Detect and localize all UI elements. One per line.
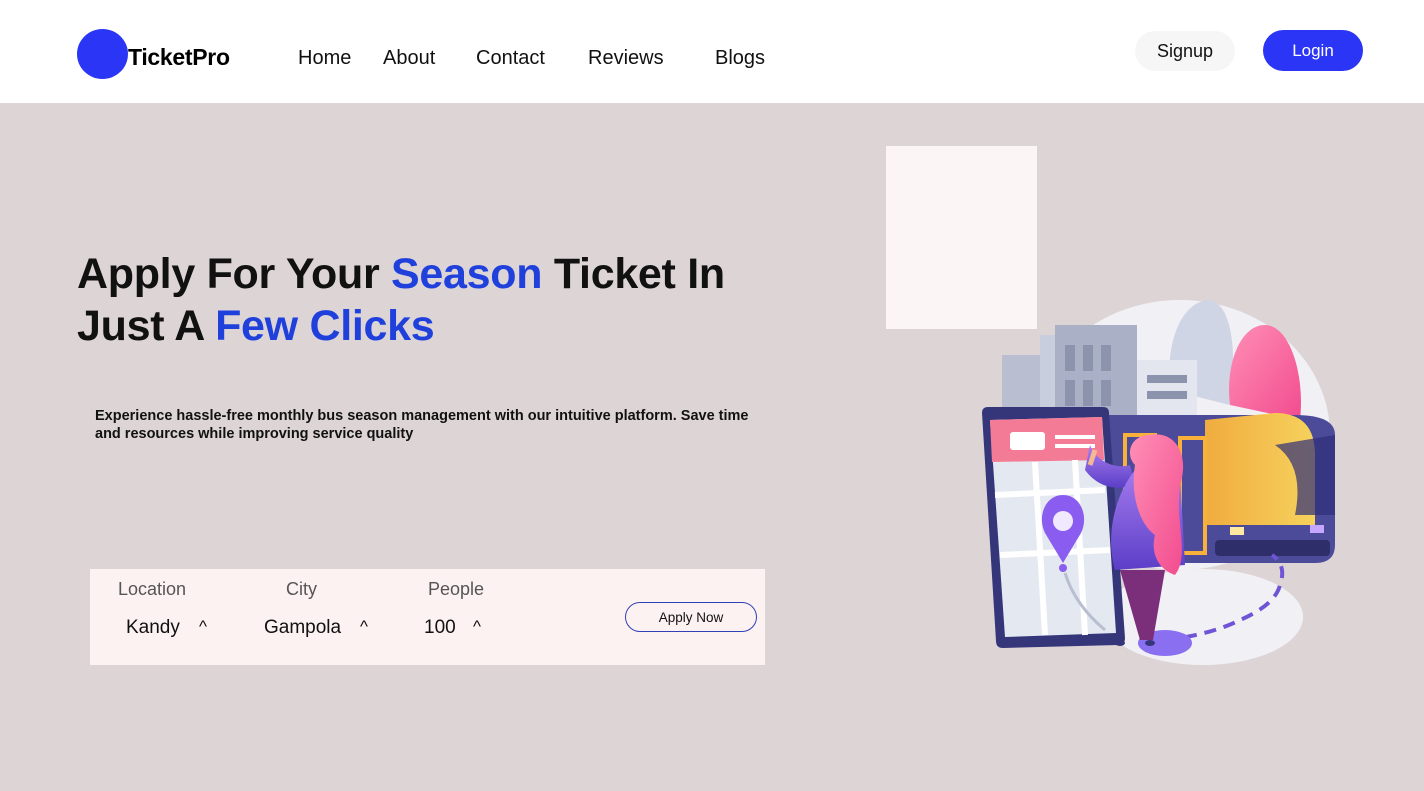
nav-home[interactable]: Home: [298, 47, 351, 70]
nav-contact[interactable]: Contact: [476, 47, 545, 70]
login-button[interactable]: Login: [1263, 30, 1363, 71]
location-select[interactable]: Kandy: [126, 617, 180, 639]
nav-blogs[interactable]: Blogs: [715, 47, 765, 70]
city-select[interactable]: Gampola: [264, 617, 341, 639]
apply-now-button[interactable]: Apply Now: [625, 602, 757, 632]
nav-reviews[interactable]: Reviews: [588, 47, 664, 70]
nav-about[interactable]: About: [383, 47, 435, 70]
location-dropdown-caret-icon[interactable]: ^: [199, 617, 207, 637]
hero-subtitle: Experience hassle-free monthly bus seaso…: [95, 408, 749, 442]
people-label: People: [428, 579, 485, 599]
bus-ticket-illustration: [982, 300, 1335, 665]
hero-title: Apply For Your Season Ticket In Just A F…: [77, 248, 797, 352]
city-label: City: [286, 579, 317, 599]
city-dropdown-caret-icon[interactable]: ^: [360, 617, 368, 637]
signup-button[interactable]: Signup: [1135, 31, 1235, 71]
top-navbar: TicketPro Home About Contact Reviews Blo…: [0, 0, 1424, 103]
logo-icon[interactable]: [77, 29, 128, 79]
people-select[interactable]: 100: [424, 617, 456, 639]
hero-title-accent-clicks: Few Clicks: [215, 302, 435, 350]
location-label: Location: [118, 579, 187, 599]
hero-title-accent-season: Season: [391, 250, 543, 298]
ticket-search-form: Location Kandy ^ City Gampola ^ People 1…: [90, 569, 765, 665]
hero-title-part1: Apply For Your: [77, 250, 392, 298]
brand-name[interactable]: TicketPro: [128, 44, 230, 71]
people-dropdown-caret-icon[interactable]: ^: [473, 617, 481, 637]
